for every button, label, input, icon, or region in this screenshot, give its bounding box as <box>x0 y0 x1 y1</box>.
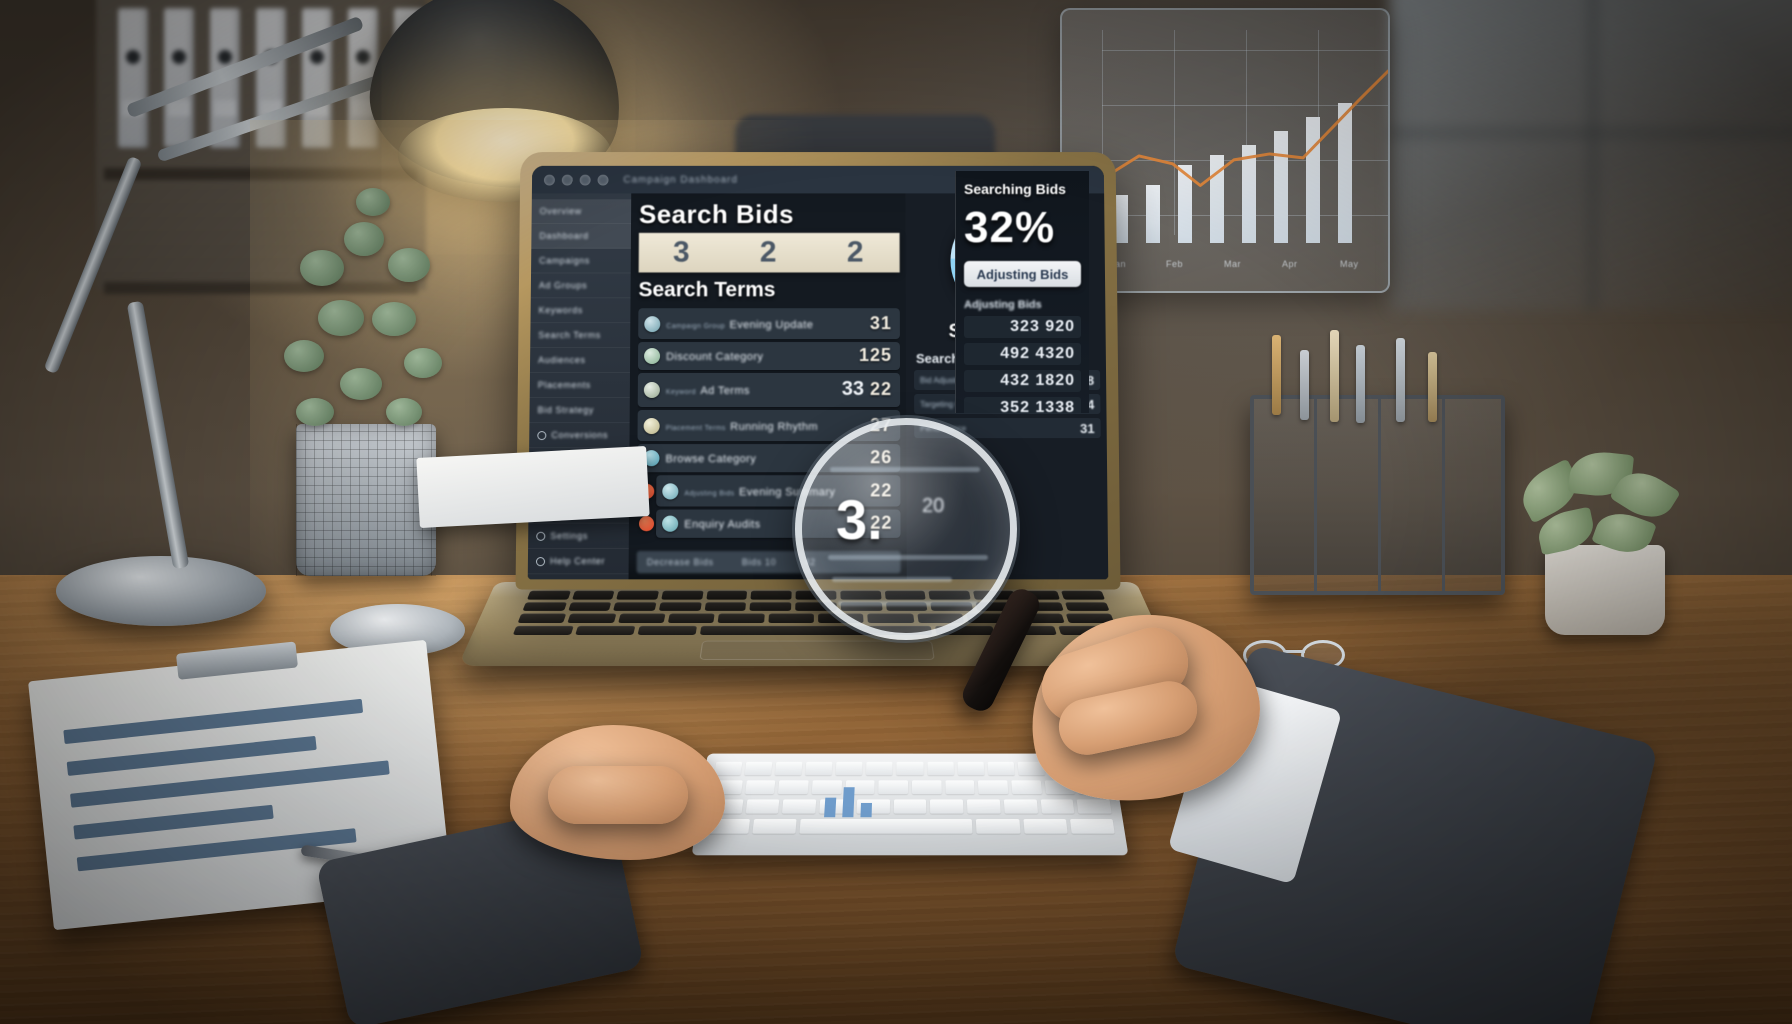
help-icon <box>535 556 546 566</box>
titlebar-dot-4[interactable] <box>597 174 609 186</box>
footer-label: Decrease Bids <box>646 557 714 568</box>
row-big-value: 33 <box>841 378 865 401</box>
titlebar-dot-2[interactable] <box>561 174 573 186</box>
sidebar-item-campaigns[interactable]: Campaigns <box>531 248 631 274</box>
sidebar-item-audiences[interactable]: Audiences <box>529 348 631 373</box>
row-value: 492 4320 <box>1000 345 1075 362</box>
row-label: Evening Update <box>729 318 814 331</box>
titlebar-dot-3[interactable] <box>579 174 591 186</box>
desk-scene: Jan Feb Mar Apr May Campaign Dashboard O… <box>0 0 1792 1024</box>
laptop-trackpad[interactable] <box>699 640 935 660</box>
sidebar-item-label: Dashboard <box>539 230 589 241</box>
row-value: 22 <box>869 379 893 400</box>
window-title: Campaign Dashboard <box>623 174 738 186</box>
keyboard-mini-chart <box>824 777 895 818</box>
row-value: 31 <box>1080 420 1095 436</box>
row-subtext: Campaign Group <box>666 322 726 330</box>
kpi-strip: 3 2 2 <box>638 233 900 273</box>
gear-icon <box>536 531 546 541</box>
row-value: 323 920 <box>1010 318 1075 335</box>
table-row[interactable]: Discount Category 125 <box>637 342 901 371</box>
row-subtext: Keyword <box>665 388 696 396</box>
section-title: Search Terms <box>638 278 776 302</box>
table-row[interactable]: 352 1338 <box>964 397 1081 413</box>
kpi-value-1: 3 <box>672 236 692 269</box>
sidebar-item-conversions[interactable]: Conversions <box>529 423 630 449</box>
sidebar-item-label: Settings <box>550 530 588 541</box>
magnifying-glass[interactable]: 3. 20 <box>795 418 1017 640</box>
table-row[interactable]: 323 920 <box>964 316 1081 338</box>
sidebar-item-dashboard[interactable]: Dashboard <box>531 223 632 249</box>
sidebar-item-settings[interactable]: Settings <box>528 523 629 549</box>
row-value: 125 <box>858 345 892 366</box>
card-rows: 323 920 492 4320 432 1820 352 1338 911 3… <box>964 316 1081 413</box>
card-heading: Searching Bids <box>964 181 1066 197</box>
kpi-value-2: 2 <box>759 236 779 269</box>
titlebar-dot-1[interactable] <box>543 174 555 186</box>
row-label: Enquiry Audits <box>684 518 761 531</box>
avatar <box>662 483 679 500</box>
row-subtext: Adjusting Bids <box>684 490 735 498</box>
sidebar-item-placements[interactable]: Placements <box>529 372 630 398</box>
window <box>1390 0 1792 310</box>
sidebar-item-label: Search Terms <box>538 330 601 341</box>
magnifier-zoom-sub: 20 <box>922 495 945 517</box>
row-subtext: Placement Terms <box>665 424 726 432</box>
sidebar-item-label: Bid Strategy <box>537 404 594 416</box>
lamp-base <box>56 556 266 626</box>
footer-meta-1: Bids 10 <box>741 557 777 568</box>
circle-icon <box>537 430 547 440</box>
magnifier-zoom-value: 3. <box>836 488 883 551</box>
sidebar-item-bid-strategy[interactable]: Bid Strategy <box>529 397 630 424</box>
row-label: Discount Category <box>666 350 764 363</box>
paper-stack <box>416 446 650 528</box>
sidebar-item-label: Audiences <box>538 355 586 366</box>
card-subheading: Adjusting Bids <box>964 299 1042 311</box>
sidebar-item-label: Help Center <box>550 556 606 567</box>
sidebar-item-label: Campaigns <box>539 255 590 266</box>
row-value: 352 1338 <box>1000 399 1075 413</box>
searching-bids-card: Searching Bids 32% Adjusting Bids Adjust… <box>955 171 1089 413</box>
page-title: Search Bids <box>638 199 794 229</box>
row-label: Ad Terms <box>700 384 750 397</box>
row-value: 31 <box>869 313 892 334</box>
sidebar-item-label: Placements <box>537 379 591 390</box>
sidebar-item-label: Overview <box>539 206 582 217</box>
row-label: Browse Category <box>665 452 757 466</box>
table-row[interactable]: 432 1820 <box>964 370 1081 392</box>
sidebar-item-overview[interactable]: Overview <box>531 199 632 224</box>
sidebar-item-help[interactable]: Help Center <box>527 548 629 575</box>
table-row[interactable]: Campaign Group Evening Update 31 <box>638 308 900 340</box>
avatar <box>644 315 661 332</box>
adjusting-bids-button[interactable]: Adjusting Bids <box>964 261 1081 287</box>
percent-value: 32% <box>964 203 1056 252</box>
table-row[interactable]: 492 4320 <box>964 343 1081 365</box>
avatar <box>643 417 660 434</box>
sidebar-item-search-terms[interactable]: Search Terms <box>530 323 631 349</box>
row-label: Running Rhythm <box>730 420 818 433</box>
kpi-value-3: 2 <box>846 236 866 269</box>
sidebar-item-ad-groups[interactable]: Ad Groups <box>530 273 631 299</box>
avatar <box>662 515 679 532</box>
avatar <box>643 381 660 398</box>
table-row[interactable]: Keyword Ad Terms 33 22 <box>637 373 901 408</box>
sidebar-item-label: Keywords <box>538 305 583 316</box>
row-value: 432 1820 <box>1000 372 1075 389</box>
sidebar-item-keywords[interactable]: Keywords <box>530 298 631 324</box>
sidebar-item-label: Ad Groups <box>538 280 588 291</box>
avatar <box>644 347 661 364</box>
alert-dot-icon <box>638 516 655 532</box>
sidebar-item-label: Conversions <box>551 430 609 441</box>
